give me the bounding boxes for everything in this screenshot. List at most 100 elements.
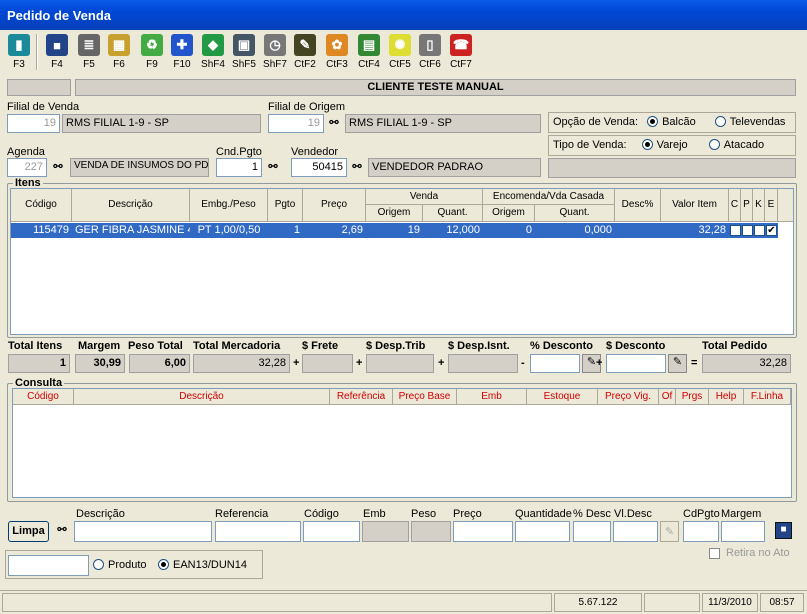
- itens-grid[interactable]: Código Descrição Embg./Peso Pgto Preço V…: [10, 188, 794, 335]
- referencia-field[interactable]: [215, 521, 301, 542]
- radio-produto-circle[interactable]: [93, 559, 104, 570]
- consulta-col[interactable]: Descrição: [74, 389, 330, 405]
- quantidade-field[interactable]: [515, 521, 570, 542]
- radio-varejo-circle[interactable]: [641, 139, 653, 150]
- toolbar-button-ctf4[interactable]: ▤ CtF4: [354, 32, 384, 73]
- retira-checkbox[interactable]: [709, 548, 720, 559]
- checkbox-e[interactable]: ✔: [766, 225, 777, 236]
- binoculars-search-icon[interactable]: ⚯: [326, 116, 342, 130]
- consulta-col[interactable]: Referência: [330, 389, 393, 405]
- filial-origem-code[interactable]: 19: [268, 114, 324, 133]
- agenda-code[interactable]: 227: [7, 158, 47, 177]
- toolbar-button-f5[interactable]: ≣ F5: [74, 32, 104, 73]
- toolbar-button-ctf3[interactable]: ✿ CtF3: [322, 32, 352, 73]
- radio-televendas[interactable]: Televendas: [714, 116, 786, 128]
- consulta-col[interactable]: Of: [659, 389, 676, 405]
- toolbar-button-shf4[interactable]: ◆ ShF4: [198, 32, 228, 73]
- col-valor-item[interactable]: Valor Item: [661, 189, 729, 222]
- binoculars-search-icon[interactable]: ⚯: [54, 523, 70, 537]
- radio-ean[interactable]: EAN13/DUN14: [158, 559, 247, 571]
- radio-produto-label: Produto: [108, 559, 147, 571]
- red-telephone-icon: ☎: [450, 34, 472, 56]
- toolbar-button-ctf2[interactable]: ✎ CtF2: [290, 32, 320, 73]
- col-desc[interactable]: Desc%: [615, 189, 661, 222]
- save-disk-icon[interactable]: ■: [775, 522, 792, 539]
- limpa-button[interactable]: Limpa: [8, 521, 49, 542]
- radio-balcao[interactable]: Balcão: [647, 116, 696, 128]
- radio-televendas-label: Televendas: [729, 116, 786, 128]
- radio-produto[interactable]: Produto: [93, 559, 147, 571]
- col-descricao[interactable]: Descrição: [72, 189, 190, 222]
- col-e[interactable]: E: [765, 189, 778, 222]
- consulta-col[interactable]: Código: [13, 389, 74, 405]
- checkbox-p[interactable]: [742, 225, 753, 236]
- toolbar-button-f6[interactable]: ▦ F6: [104, 32, 134, 73]
- toolbar-button-ctf6[interactable]: ▯ CtF6: [415, 32, 445, 73]
- radio-televendas-circle[interactable]: [714, 116, 726, 127]
- consulta-grid[interactable]: Código Descrição Referência Preço Base Emb Es…: [12, 388, 792, 498]
- toolbar-button-f10[interactable]: ✚ F10: [167, 32, 197, 73]
- pct-desc-field[interactable]: [573, 521, 611, 542]
- calculator-icon[interactable]: ✎: [668, 354, 687, 373]
- radio-atacado-circle[interactable]: [708, 139, 720, 150]
- window-title-bar: Pedido de Venda: [0, 0, 807, 30]
- descricao-field[interactable]: [74, 521, 212, 542]
- codigo-field[interactable]: [303, 521, 360, 542]
- vl-desc-field[interactable]: [613, 521, 658, 542]
- desconto-input[interactable]: [606, 354, 666, 373]
- consulta-col[interactable]: Prgs: [676, 389, 709, 405]
- table-row[interactable]: 115479 GER FIBRA JASMINE 40 PT 1,00/0,50 1 2…: [11, 223, 778, 238]
- cell-quant: 12,000: [446, 224, 480, 236]
- toolbar-button-f3[interactable]: ▮ F3: [4, 32, 34, 73]
- consulta-col[interactable]: Preço Vig.: [598, 389, 659, 405]
- radio-balcao-circle[interactable]: [647, 116, 659, 127]
- filial-venda-code[interactable]: 19: [7, 114, 60, 133]
- col-codigo[interactable]: Código: [11, 189, 72, 222]
- col-embg[interactable]: Embg./Peso: [190, 189, 268, 222]
- color-palette-icon: ✿: [326, 34, 348, 56]
- preco-label: Preço: [453, 508, 482, 520]
- radio-varejo[interactable]: Varejo: [641, 139, 688, 151]
- toolbar-button-ctf5[interactable]: ✺ CtF5: [385, 32, 415, 73]
- col-k[interactable]: K: [753, 189, 765, 222]
- col-preco[interactable]: Preço: [303, 189, 366, 222]
- toolbar-button-shf5[interactable]: ▣ ShF5: [229, 32, 259, 73]
- margem-field[interactable]: [721, 521, 765, 542]
- toolbar-separator: [36, 34, 38, 70]
- col-pgto[interactable]: Pgto: [268, 189, 303, 222]
- toolbar-button-ctf7[interactable]: ☎ CtF7: [446, 32, 476, 73]
- consulta-col[interactable]: Estoque: [527, 389, 598, 405]
- cnd-pgto-input[interactable]: 1: [216, 158, 262, 177]
- radio-ean-circle[interactable]: [158, 559, 169, 570]
- cdpgto-field[interactable]: [683, 521, 719, 542]
- toolbar-button-f9[interactable]: ♻ F9: [137, 32, 167, 73]
- radio-atacado-label: Atacado: [723, 139, 765, 151]
- col-encomenda-quant[interactable]: Quant.: [535, 205, 615, 222]
- save-disk-icon: ■: [46, 34, 68, 56]
- pct-desconto-input[interactable]: [530, 354, 580, 373]
- binoculars-search-icon[interactable]: ⚯: [265, 160, 281, 174]
- total-itens-label: Total Itens: [8, 340, 63, 352]
- col-p[interactable]: P: [741, 189, 753, 222]
- col-venda-quant[interactable]: Quant.: [423, 205, 483, 222]
- preco-field[interactable]: [453, 521, 513, 542]
- radio-atacado[interactable]: Atacado: [708, 139, 765, 151]
- radio-varejo-label: Varejo: [656, 139, 688, 151]
- toolbar-button-shf7[interactable]: ◷ ShF7: [260, 32, 290, 73]
- consulta-col[interactable]: F.Linha: [744, 389, 791, 405]
- col-c[interactable]: C: [729, 189, 741, 222]
- col-encomenda-origem[interactable]: Origem: [483, 205, 535, 222]
- checkbox-k[interactable]: [754, 225, 765, 236]
- margem-value: 30,99: [75, 354, 125, 373]
- col-venda-origem[interactable]: Origem: [366, 205, 423, 222]
- vendedor-code[interactable]: 50415: [291, 158, 347, 177]
- barcode-input[interactable]: [8, 555, 89, 576]
- binoculars-search-icon[interactable]: ⚯: [349, 160, 365, 174]
- consulta-col[interactable]: Emb: [457, 389, 527, 405]
- consulta-col[interactable]: Preço Base: [393, 389, 457, 405]
- binoculars-search-icon[interactable]: ⚯: [50, 160, 66, 174]
- checkbox-c[interactable]: [730, 225, 741, 236]
- calculator-icon[interactable]: ✎: [660, 521, 679, 542]
- toolbar-button-f4[interactable]: ■ F4: [42, 32, 72, 73]
- consulta-col[interactable]: Help: [709, 389, 744, 405]
